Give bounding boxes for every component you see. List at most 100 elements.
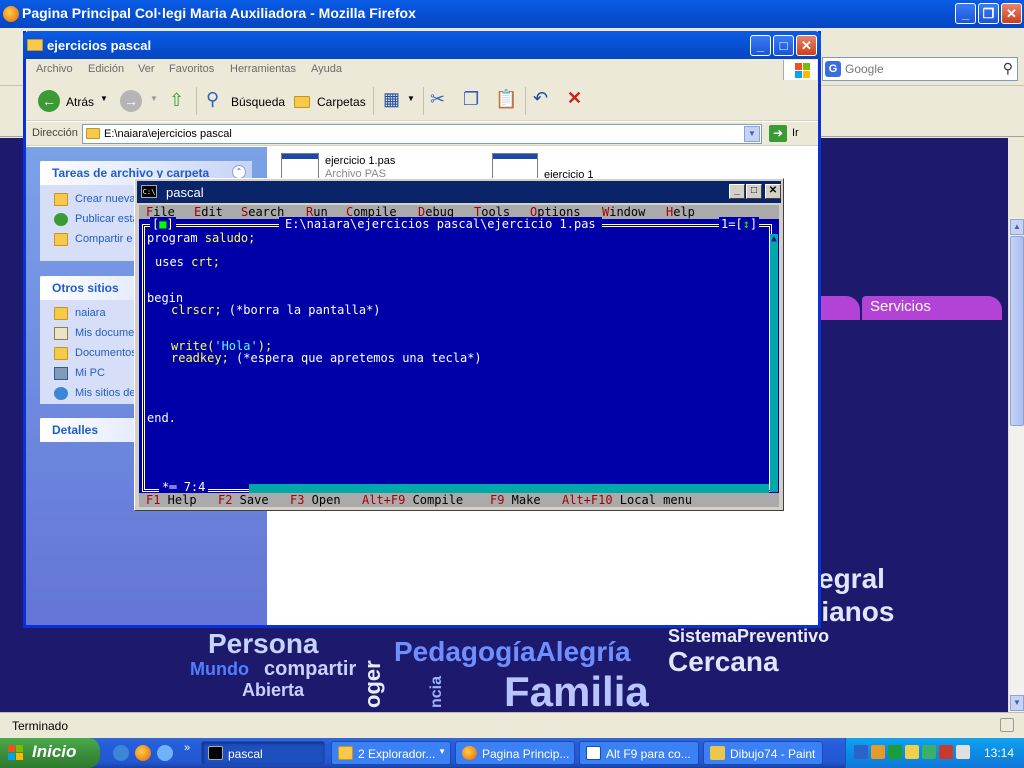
paste-icon[interactable]: 📋 — [495, 89, 517, 110]
forward-dropdown-icon[interactable]: ▼ — [150, 94, 158, 103]
word-cloud-word: Familia — [504, 668, 649, 712]
status-key-altf10-local-menu[interactable]: Alt+F10 Local menu — [562, 493, 692, 507]
explorer-maximize-button[interactable]: □ — [773, 35, 794, 56]
code-line[interactable]: clrscr; (*borra la pantalla*) — [171, 303, 381, 317]
tray-app-icon[interactable] — [922, 745, 936, 759]
menu-herramientas[interactable]: Herramientas — [230, 63, 296, 75]
undo-icon[interactable]: ↶ — [533, 88, 548, 109]
scroll-down-arrow-icon[interactable]: ▼ — [1010, 695, 1024, 711]
collapse-chevron-icon[interactable]: ⌃ — [232, 165, 246, 179]
tray-app-icon[interactable] — [905, 745, 919, 759]
code-line[interactable]: program saludo; — [147, 231, 255, 245]
taskbar-item-explorer[interactable]: 2 Explorador... ▼ — [331, 741, 451, 765]
search-icon[interactable]: ⚲ — [206, 89, 219, 110]
firefox-minimize-button[interactable]: _ — [955, 3, 976, 24]
turbo-pascal-screen[interactable]: File Edit Search Run Compile Debug Tools… — [139, 205, 779, 507]
scrollbar-thumb[interactable] — [1010, 236, 1024, 426]
quicklaunch-expand-icon[interactable]: » — [184, 742, 190, 754]
code-line[interactable]: end. — [147, 411, 176, 425]
search-button[interactable]: Búsqueda — [231, 95, 285, 109]
status-key-altf9-compile[interactable]: Alt+F9 Compile — [362, 493, 463, 507]
taskbar-clock[interactable]: 13:14 — [984, 746, 1014, 760]
volume-icon[interactable] — [956, 745, 970, 759]
code-line[interactable]: readkey; (*espera que apretemos una tecl… — [171, 351, 482, 365]
msdos-icon[interactable]: C:\ — [141, 185, 157, 198]
forward-arrow-icon[interactable]: → — [120, 90, 142, 112]
firefox-search-input[interactable] — [845, 60, 993, 78]
explorer-address-bar: Dirección E:\naiara\ejercicios pascal ▼ … — [26, 122, 818, 146]
pascal-maximize-button[interactable]: □ — [746, 184, 762, 199]
status-key-f2-save[interactable]: F2 Save — [218, 493, 269, 507]
code-line[interactable]: uses crt; — [155, 255, 220, 269]
explorer-minimize-button[interactable]: _ — [750, 35, 771, 56]
taskbar-item-paint[interactable]: Dibujo74 - Paint — [703, 741, 823, 765]
firefox-restore-button[interactable]: ❐ — [978, 3, 999, 24]
network-icon[interactable] — [854, 745, 868, 759]
go-label: Ir — [792, 127, 799, 139]
menu-ayuda[interactable]: Ayuda — [311, 63, 342, 75]
pas-file-icon[interactable] — [281, 153, 319, 181]
tray-app-icon[interactable] — [871, 745, 885, 759]
tp-menu-search[interactable]: Search — [241, 205, 284, 219]
editor-vertical-scrollbar[interactable]: ▲ — [770, 234, 778, 492]
cut-icon[interactable]: ✂ — [430, 89, 445, 110]
pascal-close-button[interactable]: ✕ — [765, 184, 781, 199]
address-input[interactable]: E:\naiara\ejercicios pascal ▼ — [82, 124, 762, 144]
site-nav-servicios[interactable]: Servicios — [862, 296, 1002, 320]
firefox-close-button[interactable]: ✕ — [1001, 3, 1022, 24]
folders-button[interactable]: Carpetas — [317, 95, 366, 109]
tp-menu-help[interactable]: Help — [666, 205, 695, 219]
site-nav-tab[interactable] — [820, 296, 860, 320]
folders-icon[interactable] — [294, 96, 310, 108]
start-button[interactable]: Inicio — [0, 738, 100, 768]
editor-close-box[interactable]: [■] — [150, 217, 176, 231]
delete-icon[interactable]: ✕ — [567, 88, 582, 109]
taskbar-item-firefox[interactable]: Pagina Princip... — [455, 741, 575, 765]
tray-app-icon[interactable] — [939, 745, 953, 759]
views-icon[interactable]: ▦ — [383, 89, 400, 110]
paint-icon — [710, 746, 725, 760]
firefox-vertical-scrollbar[interactable]: ▲ ▼ — [1008, 218, 1024, 712]
search-icon[interactable]: ⚲ — [1003, 60, 1013, 77]
address-dropdown-icon[interactable]: ▼ — [744, 126, 760, 142]
media-player-icon[interactable] — [157, 745, 173, 761]
pascal-titlebar[interactable]: C:\ pascal _ □ ✕ — [137, 181, 781, 203]
pascal-minimize-button[interactable]: _ — [729, 184, 745, 199]
taskbar-item-pascal[interactable]: pascal — [201, 741, 325, 765]
firefox-status-text: Terminado — [12, 719, 69, 733]
other-places-title: Otros sitios — [52, 281, 119, 295]
exe-file-icon[interactable] — [492, 153, 538, 181]
status-key-f3-open[interactable]: F3 Open — [290, 493, 341, 507]
views-dropdown-icon[interactable]: ▼ — [407, 94, 415, 103]
scroll-up-arrow-icon[interactable]: ▲ — [1010, 219, 1024, 235]
firefox-titlebar[interactable]: Pagina Principal Col·legi Maria Auxiliad… — [0, 0, 1024, 28]
scroll-up-arrow-icon[interactable]: ▲ — [770, 234, 778, 246]
status-key-f1-help[interactable]: F1 Help — [146, 493, 197, 507]
explorer-close-button[interactable]: ✕ — [796, 35, 817, 56]
firefox-quicklaunch-icon[interactable] — [135, 745, 151, 761]
firefox-search-box[interactable]: G ⚲ — [822, 57, 1018, 81]
menu-edicion[interactable]: Edición — [88, 63, 124, 75]
group-dropdown-icon[interactable]: ▼ — [438, 747, 446, 756]
tray-app-icon[interactable] — [888, 745, 902, 759]
copy-icon[interactable]: ❐ — [463, 89, 479, 110]
editor-window-number[interactable]: 1=[↕] — [719, 217, 760, 231]
up-folder-icon[interactable]: ⇧ — [169, 90, 184, 111]
status-key-f9-make[interactable]: F9 Make — [490, 493, 541, 507]
back-arrow-icon[interactable]: ← — [38, 90, 60, 112]
toolbar-separator — [196, 87, 197, 115]
tp-menu-window[interactable]: Window — [602, 205, 645, 219]
menu-favoritos[interactable]: Favoritos — [169, 63, 214, 75]
menu-archivo[interactable]: Archivo — [36, 63, 73, 75]
file-name[interactable]: ejercicio 1.pas — [325, 155, 395, 167]
google-icon[interactable]: G — [825, 61, 841, 77]
tp-menu-edit[interactable]: Edit — [194, 205, 223, 219]
internet-explorer-icon[interactable] — [113, 745, 129, 761]
explorer-titlebar[interactable]: ejercicios pascal _ □ ✕ — [23, 31, 821, 59]
word-cloud-word: SistemaPreventivo — [668, 626, 830, 646]
menu-ver[interactable]: Ver — [138, 63, 155, 75]
back-dropdown-icon[interactable]: ▼ — [100, 94, 108, 103]
taskbar-item-word[interactable]: Alt F9 para co... — [579, 741, 699, 765]
back-button[interactable]: Atrás — [66, 95, 94, 109]
explorer-toolbar: ← Atrás ▼ → ▼ ⇧ ⚲ Búsqueda Carpetas ▦ ▼ … — [26, 81, 818, 121]
